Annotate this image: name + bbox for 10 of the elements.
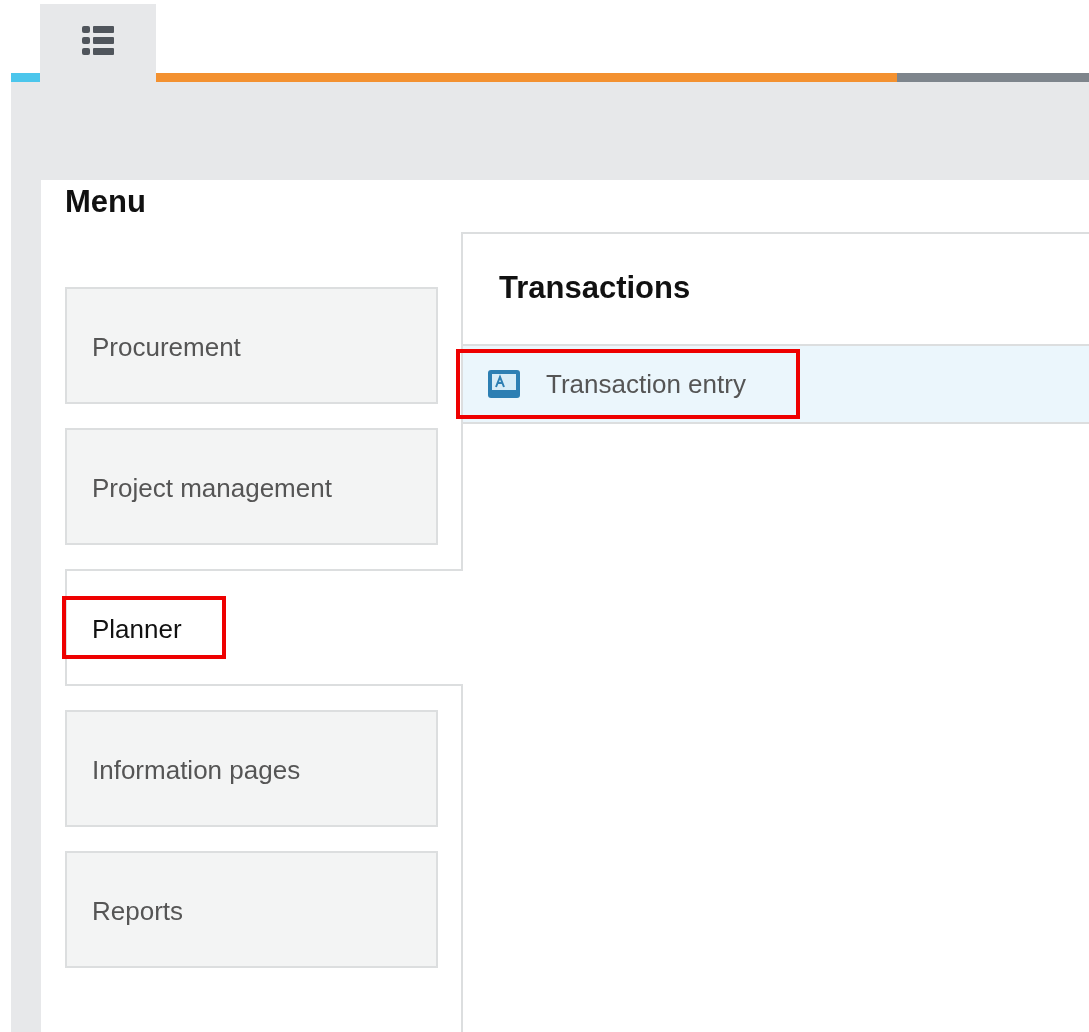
menu-item[interactable]: Procurement: [65, 287, 438, 404]
accent-bar: [11, 73, 40, 82]
form-icon: [488, 370, 520, 398]
list-icon: [82, 26, 114, 56]
menu-title: Menu: [65, 184, 147, 221]
menu-item[interactable]: Reports: [65, 851, 438, 968]
section-title: Transactions: [498, 269, 692, 307]
menu-item[interactable]: Planner: [65, 569, 463, 686]
menu-item[interactable]: Information pages: [65, 710, 438, 827]
menu-item[interactable]: Project management: [65, 428, 438, 545]
